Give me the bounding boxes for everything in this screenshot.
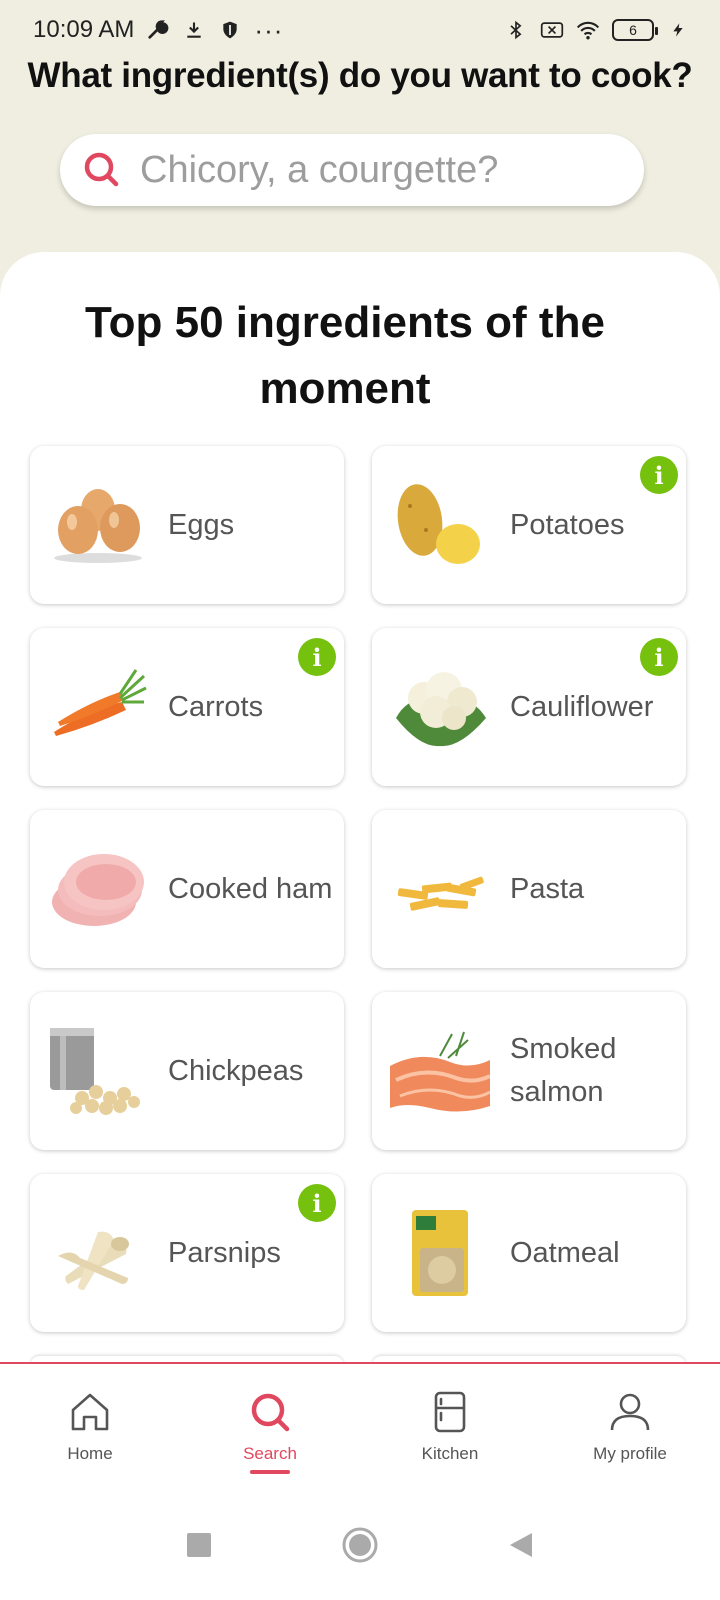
ingredient-card-parsnips[interactable]: Parsnips i [30,1174,344,1332]
cauliflower-image [396,672,486,747]
page-question: What ingredient(s) do you want to cook? [27,56,693,95]
bluetooth-icon [504,18,528,42]
chickpeas-image [50,1028,140,1115]
back-icon[interactable] [506,1530,536,1560]
ingredient-label: Cooked ham [168,872,333,905]
section-title: Top 50 ingredients of the moment [85,298,605,413]
status-left: 10:09 AM ··· [33,15,283,46]
ingredient-card-cauliflower[interactable]: Cauliflower i [372,628,686,786]
parsnips-image [58,1231,129,1290]
ingredient-label: Carrots [168,690,264,723]
active-indicator [250,1470,290,1474]
download-icon [182,18,206,42]
profile-icon [610,1393,650,1431]
ingredient-label: Pasta [510,872,585,905]
nav-home[interactable]: Home [30,1390,150,1464]
ingredient-card-smoked-salmon[interactable]: Smoked salmon [372,992,686,1150]
potatoes-image [397,484,480,564]
nav-label: Kitchen [421,1444,479,1463]
ingredient-label: Potatoes [510,508,625,541]
ingredient-card-cooked-ham[interactable]: Cooked ham [30,810,344,968]
ingredients-grid: Eggs Potatoes i Carrots i Cauliflower i … [30,446,686,1332]
battery-icon: 6 [612,19,658,41]
search-input[interactable] [140,148,620,192]
nav-search[interactable]: Search [210,1390,330,1474]
wrench-icon [146,18,170,42]
wifi-icon [576,18,600,42]
salmon-image [390,1031,490,1112]
oatmeal-image [412,1210,468,1296]
pasta-image [397,876,484,911]
ingredient-label: Parsnips [168,1236,281,1269]
ingredient-label: Cauliflower [510,690,654,723]
shield-icon [218,18,242,42]
ingredient-card-oatmeal[interactable]: Oatmeal [372,1174,686,1332]
charging-icon [666,18,690,42]
ingredient-card-pasta[interactable]: Pasta [372,810,686,968]
battery-level: 6 [629,22,637,38]
no-sim-icon [540,18,564,42]
ingredient-card-eggs[interactable]: Eggs [30,446,344,604]
ingredient-label: Chickpeas [168,1054,304,1087]
fridge-icon [434,1391,466,1433]
info-icon[interactable]: i [640,638,678,676]
nav-label: My profile [593,1444,667,1463]
info-icon[interactable]: i [298,1184,336,1222]
nav-kitchen[interactable]: Kitchen [390,1390,510,1464]
ham-image [52,854,144,926]
search-icon [84,152,119,187]
carrots-image [54,669,147,736]
ingredient-card-chickpeas[interactable]: Chickpeas [30,992,344,1150]
info-icon[interactable]: i [640,456,678,494]
status-time: 10:09 AM [33,16,135,43]
search-icon [251,1393,290,1432]
nav-label: Home [67,1444,113,1463]
eggs-image [54,489,142,563]
recents-icon[interactable] [184,1530,214,1560]
home-circle-icon[interactable] [340,1525,380,1565]
status-more: ··· [254,14,284,45]
status-bar: 10:09 AM ··· 6 [0,0,720,60]
home-icon [71,1393,109,1431]
info-icon[interactable]: i [298,638,336,676]
search-bar[interactable] [60,134,644,206]
nav-my-profile[interactable]: My profile [570,1390,690,1464]
nav-label: Search [243,1444,297,1463]
ingredient-label: Oatmeal [510,1236,620,1269]
ingredient-label: Eggs [168,508,235,541]
bottom-nav: Home Search Kitchen My profile [0,1362,720,1490]
ingredient-label: Smoked salmon [510,1033,617,1108]
status-right: 6 [504,18,690,42]
ingredient-card-potatoes[interactable]: Potatoes i [372,446,686,604]
ingredient-card-carrots[interactable]: Carrots i [30,628,344,786]
system-nav-bar [0,1490,720,1600]
